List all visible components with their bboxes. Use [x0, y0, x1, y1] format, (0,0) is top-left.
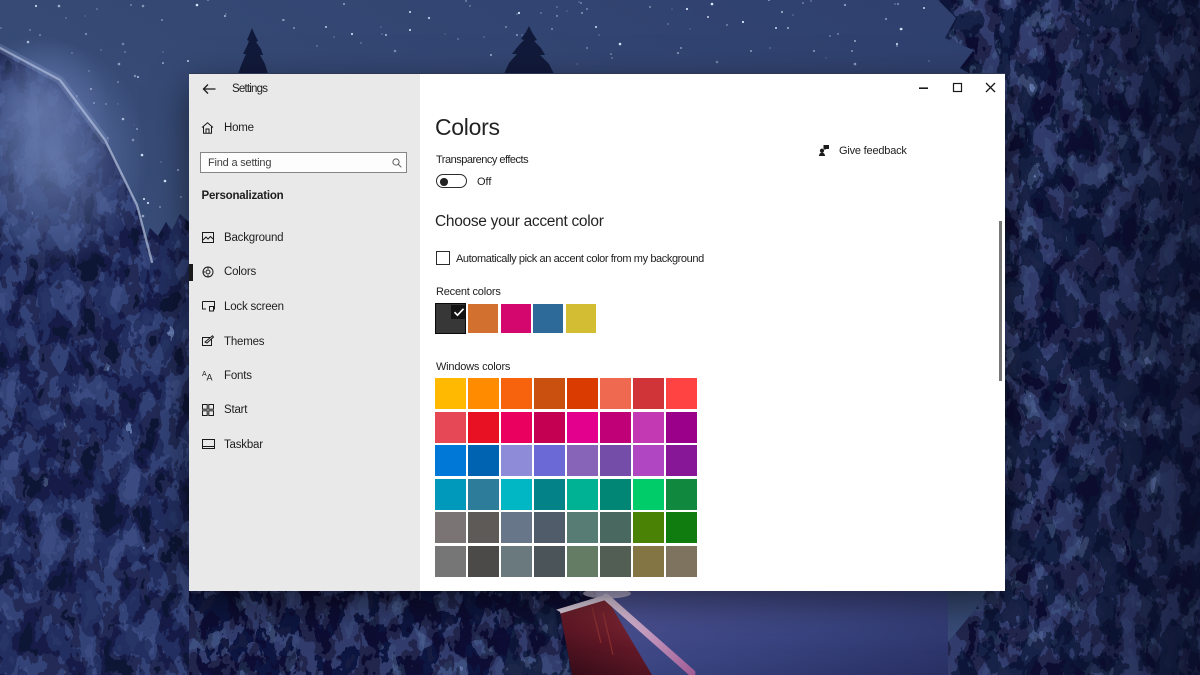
svg-text:A: A — [207, 373, 213, 382]
